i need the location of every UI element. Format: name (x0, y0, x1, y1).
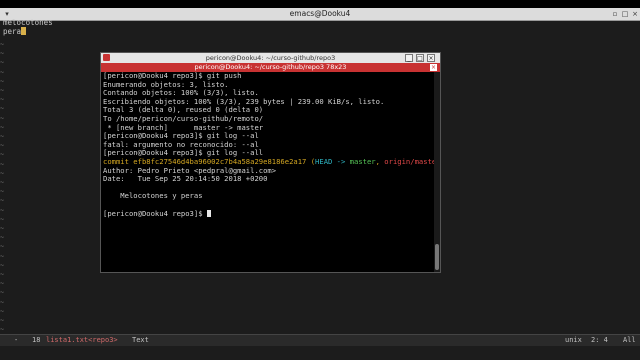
empty-line-marker: ~ (0, 113, 4, 122)
tab-close-icon[interactable]: × (430, 64, 437, 71)
terminal-window[interactable]: pericon@Dooku4: ~/curso-github/repo3 _ □… (100, 52, 441, 273)
empty-line-marker: ~ (0, 270, 4, 278)
minimize-icon[interactable]: ▫ (611, 10, 619, 18)
empty-line-marker: ~ (0, 178, 4, 186)
buffer-line[interactable]: melocotones (3, 18, 53, 27)
terminal-line: Author: Pedro Prieto <pedpral@gmail.com> (103, 166, 277, 175)
commit-hash: efb8fc27546d4ba96002c7b4a58a29e8186e2a17 (133, 157, 307, 166)
tab-title: pericon@Dooku4: ~/curso-github/repo3 78x… (194, 63, 347, 71)
empty-line-marker: ~ (0, 49, 4, 58)
empty-line-marker: ~ (0, 251, 4, 260)
modeline[interactable]: - 18 lista1.txt<repo3> Text unix 2: 4 Al… (0, 334, 640, 346)
maximize-icon[interactable]: □ (416, 54, 424, 62)
empty-line-marker: ~ (0, 40, 4, 48)
modeline-position: 2: 4 (591, 336, 608, 344)
modeline-status: - (14, 336, 19, 344)
empty-line-marker: ~ (0, 196, 4, 205)
empty-line-marker: ~ (0, 260, 4, 269)
empty-line-marker: ~ (0, 297, 4, 306)
terminal-titlebar[interactable]: pericon@Dooku4: ~/curso-github/repo3 _ □… (101, 53, 440, 63)
terminal-tab[interactable]: pericon@Dooku4: ~/curso-github/repo3 78x… (101, 63, 440, 72)
terminal-title: pericon@Dooku4: ~/curso-github/repo3 (205, 54, 336, 62)
empty-line-marker: ~ (0, 288, 4, 297)
empty-line-marker: ~ (0, 159, 4, 168)
empty-line-marker: ~ (0, 86, 4, 94)
commit-line: commit efb8fc27546d4ba96002c7b4a58a29e81… (103, 158, 436, 167)
terminal-line: To /home/pericon/curso-github/remoto/ (103, 114, 264, 123)
head-ref: HEAD -> (315, 157, 350, 166)
modeline-line: 18 (32, 336, 41, 344)
origin-ref: origin/master (384, 157, 436, 166)
terminal-line: [pericon@Dooku4 repo3]$ git log --al (103, 132, 259, 141)
empty-line-marker: ~ (0, 76, 4, 85)
terminal-line: Contando objetos: 100% (3/3), listo. (103, 89, 259, 98)
modeline-buffer-name[interactable]: lista1.txt<repo3> (46, 335, 118, 346)
scrollbar-thumb[interactable] (435, 244, 439, 270)
empty-line-marker: ~ (0, 58, 4, 67)
window-title: emacs@Dooku4 (289, 9, 351, 18)
minibuffer[interactable] (0, 346, 640, 360)
commit-label: commit (103, 157, 129, 166)
maximize-icon[interactable]: □ (621, 10, 629, 18)
empty-line-marker: ~ (0, 205, 4, 214)
modeline-scroll: All (623, 336, 636, 344)
terminal-line: Date: Tue Sep 25 20:14:50 2018 +0200 (103, 175, 268, 184)
buffer-line[interactable]: pera (3, 27, 27, 36)
empty-line-marker: ~ (0, 67, 4, 76)
terminal-line: Enumerando objetos: 3, listo. (103, 80, 229, 89)
terminal-line: [pericon@Dooku4 repo3]$ git log --all (103, 149, 264, 158)
modeline-mode[interactable]: Text (132, 335, 149, 346)
empty-line-marker: ~ (0, 95, 4, 104)
terminal-line: fatal: argumento no reconocido: --al (103, 140, 259, 149)
prompt-line[interactable]: [pericon@Dooku4 repo3]$ (103, 209, 436, 219)
terminal-scrollbar[interactable] (434, 72, 440, 272)
empty-line-marker: ~ (0, 141, 4, 150)
empty-line-marker: ~ (0, 224, 4, 232)
top-strip (0, 0, 640, 8)
empty-line-marker: ~ (0, 187, 4, 196)
close-icon[interactable]: × (631, 10, 639, 18)
modeline-encoding: unix (565, 336, 582, 344)
terminal-cursor (206, 209, 211, 217)
empty-line-marker: ~ (0, 242, 4, 251)
terminal-line: [pericon@Dooku4 repo3]$ git push (103, 72, 242, 80)
empty-line-marker: ~ (0, 279, 4, 288)
terminal-line: * [new branch] master -> master (103, 123, 264, 132)
empty-line-marker: ~ (0, 233, 4, 242)
empty-line-marker: ~ (0, 168, 4, 177)
empty-line-marker: ~ (0, 325, 4, 334)
empty-line-marker: ~ (0, 132, 4, 140)
empty-line-marker: ~ (0, 306, 4, 315)
terminal-line: Escribiendo objetos: 100% (3/3), 239 byt… (103, 97, 385, 106)
branch-ref: master (349, 157, 376, 166)
empty-line-marker: ~ (0, 122, 4, 131)
scrollbar[interactable] (636, 21, 640, 334)
commit-message: Melocotones y peras (103, 192, 203, 201)
empty-line-marker: ~ (0, 214, 4, 223)
minimize-icon[interactable]: _ (405, 54, 413, 62)
terminal-output[interactable]: [pericon@Dooku4 repo3]$ git push Enumera… (101, 72, 436, 272)
empty-line-marker: ~ (0, 316, 4, 324)
text-cursor (21, 27, 27, 35)
terminal-line: Total 3 (delta 0), reused 0 (delta 0) (103, 106, 264, 115)
close-icon[interactable]: × (427, 54, 435, 62)
empty-line-marker: ~ (0, 104, 4, 113)
emacs-titlebar[interactable]: ▾ emacs@Dooku4 ▫ □ × (0, 8, 640, 21)
empty-line-marker: ~ (0, 150, 4, 159)
